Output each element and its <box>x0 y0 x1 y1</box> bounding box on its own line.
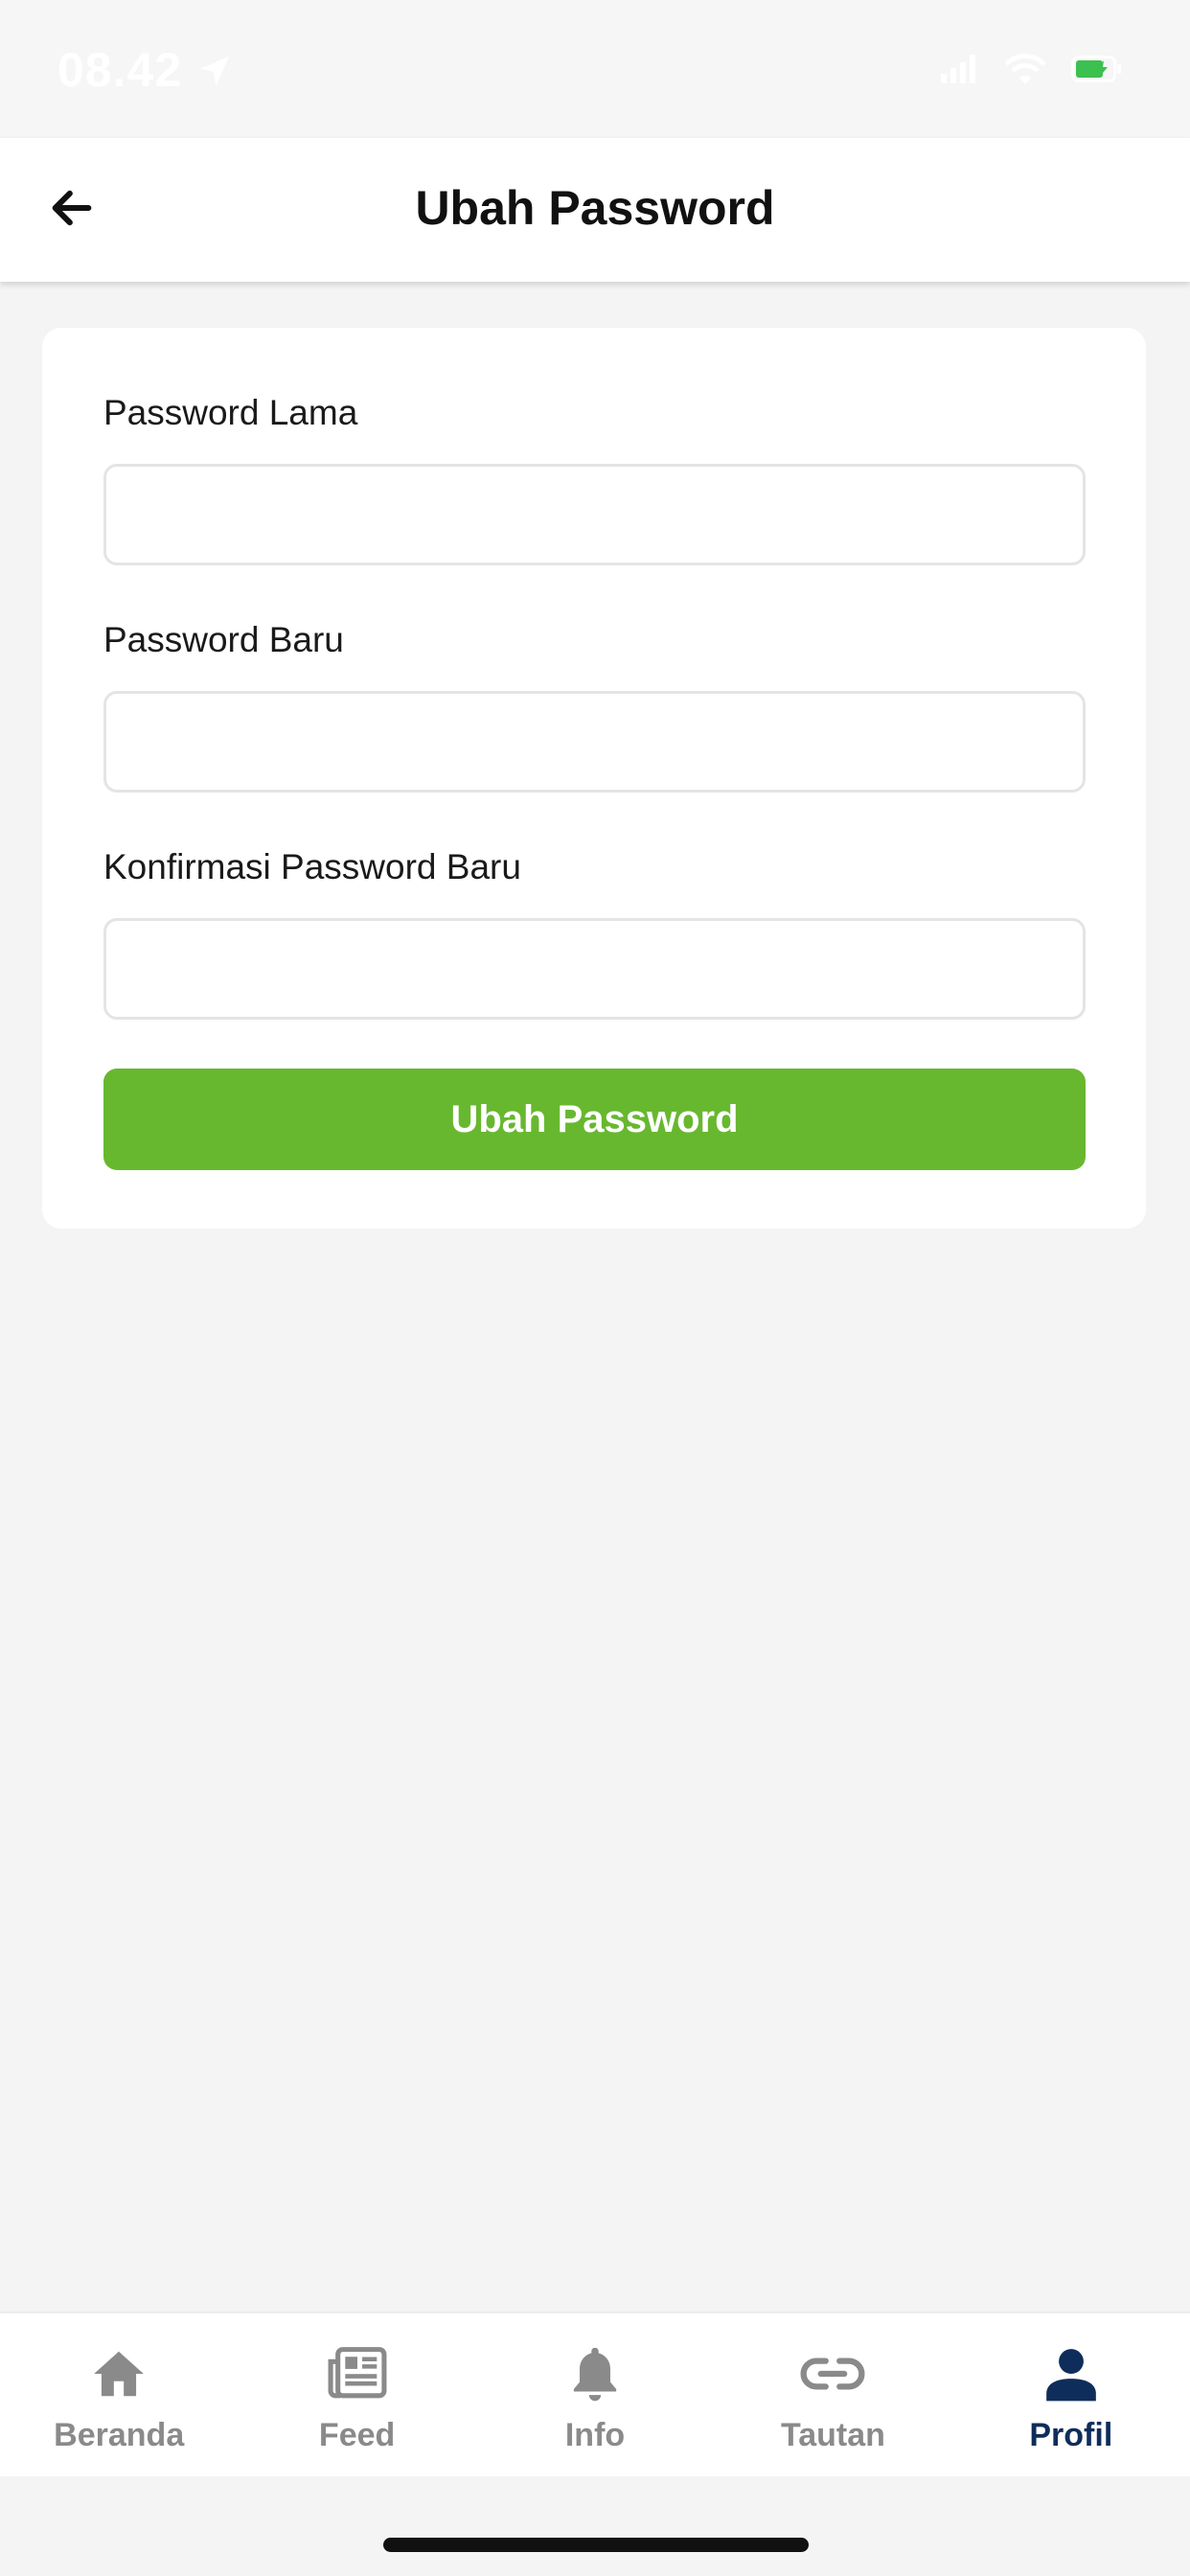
tab-info[interactable]: Info <box>476 2313 714 2476</box>
tab-beranda[interactable]: Beranda <box>0 2313 238 2476</box>
status-bar: 08.42 <box>0 0 1190 138</box>
bell-icon <box>561 2340 629 2407</box>
battery-charging-icon <box>1071 56 1123 87</box>
old-password-input[interactable] <box>103 464 1086 565</box>
tab-profil[interactable]: Profil <box>952 2313 1190 2476</box>
confirm-password-label: Konfirmasi Password Baru <box>103 847 521 886</box>
wifi-icon <box>1002 52 1048 91</box>
location-arrow-icon <box>195 52 234 95</box>
link-icon <box>799 2340 866 2407</box>
app-header: Ubah Password <box>0 138 1190 282</box>
tab-label: Profil <box>1029 2417 1113 2453</box>
change-password-form: Password Lama Password Baru Konfirmasi P… <box>42 328 1146 1229</box>
old-password-label: Password Lama <box>103 393 358 432</box>
tab-label: Beranda <box>54 2417 185 2453</box>
tab-tautan[interactable]: Tautan <box>714 2313 951 2476</box>
bottom-tab-bar: Beranda Feed Info Tautan Profil <box>0 2312 1190 2476</box>
page-title: Ubah Password <box>415 181 775 235</box>
tab-label: Tautan <box>780 2417 885 2453</box>
home-icon <box>85 2340 152 2407</box>
tab-label: Feed <box>318 2417 396 2453</box>
status-icons <box>941 52 1123 91</box>
new-password-label: Password Baru <box>103 620 344 659</box>
newspaper-icon <box>324 2340 391 2407</box>
home-indicator[interactable] <box>383 2538 809 2552</box>
cellular-signal-icon <box>941 55 979 88</box>
tab-label: Info <box>564 2417 626 2453</box>
change-password-button[interactable]: Ubah Password <box>103 1069 1086 1170</box>
user-icon <box>1038 2340 1105 2407</box>
tab-feed[interactable]: Feed <box>238 2313 475 2476</box>
status-time: 08.42 <box>57 43 183 97</box>
new-password-input[interactable] <box>103 691 1086 793</box>
home-indicator-area <box>0 2476 1190 2576</box>
confirm-password-input[interactable] <box>103 918 1086 1020</box>
